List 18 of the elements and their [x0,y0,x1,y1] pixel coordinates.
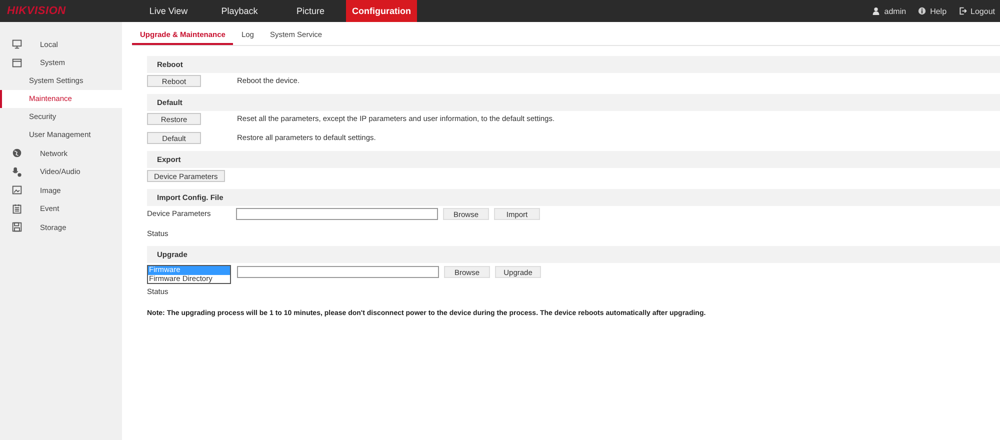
nav-tab[interactable]: Picture [275,0,346,22]
floppy-icon [12,222,22,232]
header-link[interactable]: Logout [970,6,995,16]
file-path-field[interactable] [237,266,439,278]
user-icon [872,7,880,15]
header-link[interactable]: admin [884,6,906,16]
monitor-icon [12,39,22,50]
header-link[interactable]: Help [930,6,947,16]
logo: HIKVISION [6,5,67,17]
file-path-field[interactable] [236,208,438,220]
window-icon [12,58,22,68]
logout-icon [958,7,967,15]
nav-tab[interactable]: Live View [133,0,204,22]
nav-tab[interactable]: Configuration [346,0,417,22]
picture-icon [12,185,22,196]
help-icon [918,7,926,15]
list-icon [12,204,22,214]
nav-tab[interactable]: Playback [204,0,275,22]
